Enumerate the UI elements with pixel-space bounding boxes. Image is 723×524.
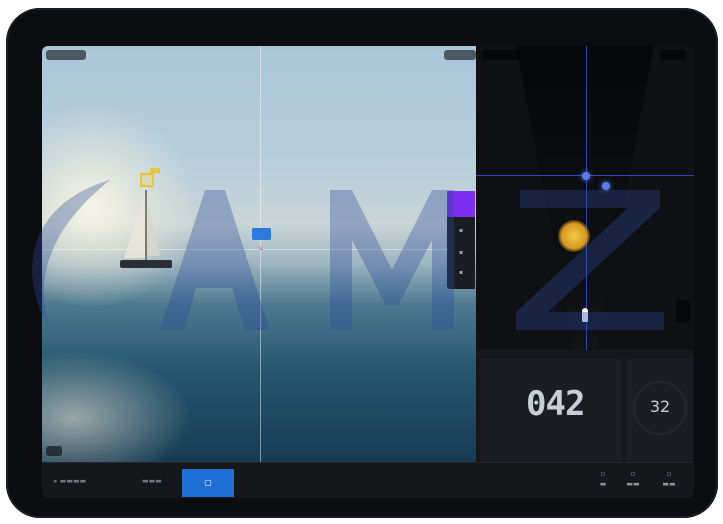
ship-marker-icon — [582, 308, 588, 322]
sun-marker-icon — [558, 220, 590, 252]
sea-glare — [42, 346, 202, 462]
app-screen: ⌞ ▪ ▪ ▪ 042 32 ▸ ▬▬▬▬ ▬▬▬ ▢ ▫ ▬ ▫ ▬▬ ▫ ▬… — [42, 46, 694, 498]
speed-value: 32 — [649, 397, 671, 416]
radar-settings-button[interactable] — [660, 50, 686, 60]
vertical-guide-line — [260, 46, 261, 462]
radar-view[interactable] — [476, 46, 694, 350]
toolbar-item[interactable]: ▸ ▬▬▬▬ — [54, 477, 86, 485]
camera-view[interactable]: ⌞ ▪ ▪ ▪ — [42, 46, 476, 462]
side-rail: ▪ ▪ ▪ — [447, 191, 475, 289]
crosshair-icon: ⌞ — [259, 242, 264, 252]
radar-zoom-control[interactable] — [676, 300, 690, 322]
corner-button[interactable] — [46, 446, 62, 456]
rail-item[interactable]: ▪ — [451, 227, 471, 241]
toolbar-item[interactable]: ▬▬▬ — [142, 477, 162, 485]
top-right-pill[interactable] — [444, 50, 476, 60]
target-tag — [150, 168, 160, 173]
radar-vertical-line — [586, 46, 587, 350]
toolbar-active-button[interactable]: ▢ — [182, 469, 234, 497]
radar-mode-pill[interactable] — [482, 50, 520, 60]
right-panel: 042 32 — [476, 46, 694, 462]
rail-item[interactable]: ▪ — [451, 249, 471, 263]
bottom-toolbar: ▸ ▬▬▬▬ ▬▬▬ ▢ ▫ ▬ ▫ ▬▬ ▫ ▬▬ — [42, 462, 694, 498]
rail-item-active[interactable] — [447, 191, 475, 217]
radar-target-dot[interactable] — [602, 182, 610, 190]
top-left-pill[interactable] — [46, 50, 86, 60]
toolbar-active-icon: ▢ — [204, 478, 212, 487]
toolbar-icon-button[interactable]: ▫ ▬▬ — [656, 469, 682, 495]
tablet-device: ⌞ ▪ ▪ ▪ 042 32 ▸ ▬▬▬▬ ▬▬▬ ▢ ▫ ▬ ▫ ▬▬ ▫ ▬… — [6, 8, 718, 518]
toolbar-icon-button[interactable]: ▫ ▬▬ — [620, 469, 646, 495]
rail-item[interactable]: ▪ — [451, 269, 471, 283]
toolbar-icon-button[interactable]: ▫ ▬ — [590, 469, 616, 495]
crosshair-tag[interactable] — [252, 228, 271, 240]
radar-target-dot[interactable] — [582, 172, 590, 180]
target-box-icon[interactable] — [140, 173, 154, 187]
radar-cone — [516, 46, 654, 350]
sailboat-icon — [120, 190, 172, 268]
heading-value: 042 — [526, 384, 585, 424]
